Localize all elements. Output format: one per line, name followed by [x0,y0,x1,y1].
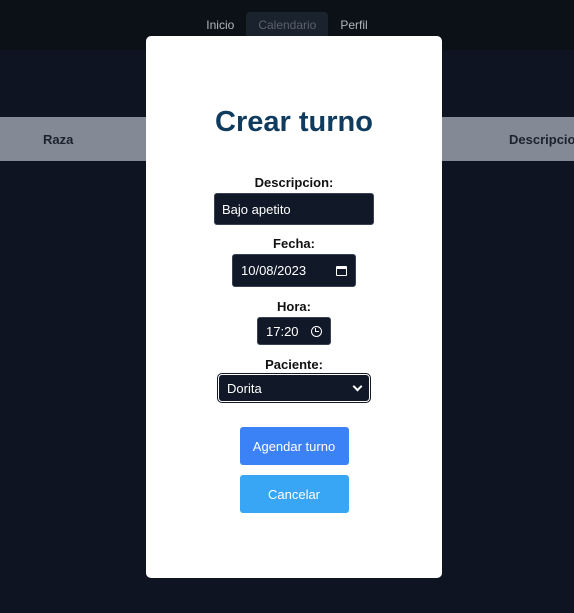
descripcion-label: Descripcion: [254,175,334,190]
cancel-button[interactable]: Cancelar [239,475,349,513]
calendar-icon[interactable] [336,265,347,276]
descripcion-field: Descripcion: Bajo apetito [214,175,374,225]
paciente-field: Paciente: Dorita [217,357,371,403]
create-appointment-modal: Crear turno Descripcion: Bajo apetito Fe… [146,36,442,578]
hora-label: Hora: [277,299,311,314]
fecha-label: Fecha: [273,236,315,251]
agendar-turno-button[interactable]: Agendar turno [239,427,349,465]
paciente-value: Dorita [227,380,262,396]
paciente-label: Paciente: [265,357,323,372]
paciente-select[interactable]: Dorita [217,373,371,403]
fecha-input[interactable]: 10/08/2023 [232,254,356,287]
clock-icon[interactable] [311,325,322,337]
chevron-down-icon [352,381,363,391]
descripcion-value: Bajo apetito [222,201,291,217]
fecha-value: 10/08/2023 [241,263,307,278]
descripcion-input[interactable]: Bajo apetito [214,193,374,225]
modal-title: Crear turno [215,106,373,138]
hora-field: Hora: 17:20 [257,299,331,345]
hora-value: 17:20 [266,323,299,339]
hora-input[interactable]: 17:20 [257,317,331,345]
fecha-field: Fecha: 10/08/2023 [232,236,356,287]
